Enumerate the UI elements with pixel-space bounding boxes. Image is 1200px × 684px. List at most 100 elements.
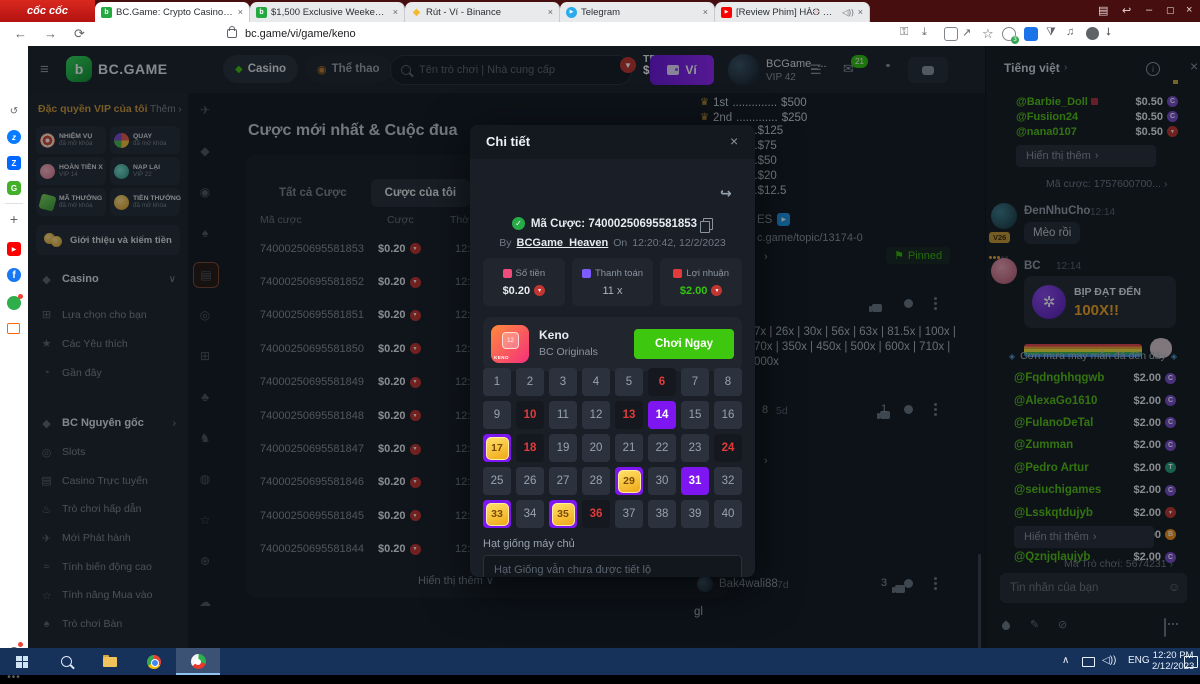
extensions-icon[interactable]: ⧩: [1046, 26, 1056, 39]
tab-close-icon[interactable]: ×: [703, 7, 708, 17]
forward-icon[interactable]: →: [44, 26, 57, 41]
coccoc-brand[interactable]: cốc cốc: [0, 0, 95, 22]
url-text[interactable]: bc.game/vi/game/keno: [245, 28, 356, 40]
keno-tile: 24: [714, 434, 742, 462]
lock-icon[interactable]: [227, 29, 237, 38]
network-icon[interactable]: [1082, 657, 1095, 667]
translate-icon[interactable]: [944, 27, 958, 41]
chrome-icon[interactable]: [132, 648, 176, 675]
share-icon[interactable]: ↪: [720, 185, 732, 202]
keno-tile: 19: [549, 434, 577, 462]
keno-tile: 21: [615, 434, 643, 462]
download-box-icon[interactable]: [1024, 27, 1038, 41]
maximize-button[interactable]: ▢: [1166, 5, 1175, 16]
by-label: By: [499, 237, 511, 249]
keno-grid: 1234567891011121314151617181920212223242…: [483, 368, 742, 528]
bet-stats: Số tiền $0.20 Thanh toán 11 x Lợi nhuận …: [483, 258, 742, 306]
keno-tile: 23: [681, 434, 709, 462]
bookmark-star-icon[interactable]: ☆: [982, 26, 994, 42]
keno-tile: 34: [516, 500, 544, 528]
youtube-icon[interactable]: ▶: [7, 242, 21, 256]
play-now-button[interactable]: Chơi Ngay: [634, 329, 734, 359]
browser-tab[interactable]: Telegram ×: [560, 2, 715, 22]
stat-card: Số tiền $0.20: [483, 258, 565, 306]
keno-tile: 16: [714, 401, 742, 429]
bell-badge-dot: [18, 642, 23, 647]
history-icon[interactable]: ↺: [7, 104, 21, 118]
bet-author[interactable]: BCGame_Heaven: [517, 237, 609, 249]
keno-tile: 40: [714, 500, 742, 528]
keno-tile: 32: [714, 467, 742, 495]
keno-tile: 20: [582, 434, 610, 462]
game-name[interactable]: Keno: [539, 328, 569, 342]
keno-tile: 29: [615, 467, 643, 495]
tray-expand-icon[interactable]: ∧: [1062, 655, 1069, 666]
keno-tile: 33: [483, 500, 511, 528]
minimize-button[interactable]: –: [1146, 4, 1152, 16]
bet-datetime: 12:20:42, 12/2/2023: [632, 237, 725, 249]
share-icon[interactable]: ↗: [962, 26, 971, 39]
restore-tab-icon[interactable]: ↩: [1122, 4, 1131, 17]
keno-icon-label: KENO: [494, 355, 509, 360]
game-provider: BC Originals: [539, 346, 598, 358]
back-icon[interactable]: ←: [14, 26, 27, 41]
copy-icon[interactable]: [703, 218, 713, 230]
stat-icon: [673, 269, 682, 278]
cart-icon[interactable]: [7, 323, 20, 334]
tab-close-icon[interactable]: ×: [858, 7, 863, 17]
bcgame-page: ≡ b BC.GAME ◆ Casino ◉ Thể thao TRX ∨ $2…: [28, 46, 1200, 648]
dice-graphic: 12: [502, 332, 519, 349]
volume-icon[interactable]: ◁)): [1102, 655, 1116, 666]
keno-tile: 31: [681, 467, 709, 495]
modal-close-icon[interactable]: ×: [730, 133, 738, 149]
facebook-icon[interactable]: f: [7, 268, 21, 282]
language-indicator[interactable]: ENG: [1128, 655, 1150, 666]
stat-card: Lợi nhuận $2.00: [660, 258, 742, 306]
on-label: On: [613, 237, 627, 249]
start-button[interactable]: [0, 648, 44, 675]
sidebar-toggle-icon[interactable]: ▤: [1098, 4, 1108, 17]
game-card: 12 KENO Keno BC Originals Chơi Ngay: [483, 317, 742, 371]
keno-game-icon[interactable]: 12 KENO: [491, 325, 529, 363]
zalo-icon[interactable]: Z: [7, 156, 21, 170]
browser-tab[interactable]: [Review Phim] HÀO QUA ◁)) ×: [715, 2, 870, 22]
taskbar-search-icon[interactable]: [44, 648, 88, 675]
brand-label: cốc cốc: [27, 5, 68, 17]
modal-title: Chi tiết: [486, 134, 530, 149]
add-shortcut-icon[interactable]: +: [7, 212, 21, 226]
adblock-shield-icon[interactable]: 3: [1002, 27, 1016, 41]
new-tab-button[interactable]: +: [812, 3, 820, 19]
tab-close-icon[interactable]: ×: [238, 7, 243, 17]
save-icon[interactable]: ⤓: [922, 26, 927, 39]
action-center-icon[interactable]: [1184, 656, 1198, 668]
reload-icon[interactable]: ⟳: [74, 26, 85, 42]
browser-tab[interactable]: BC.Game: Crypto Casino Gam ×: [95, 2, 250, 22]
browser-tab[interactable]: $1,500 Exclusive Weekend Ke ×: [250, 2, 405, 22]
key-icon[interactable]: ⚿: [900, 26, 908, 39]
sports-ball-icon[interactable]: [7, 296, 21, 310]
notification-dot: [18, 294, 23, 299]
profile-avatar[interactable]: [1086, 27, 1099, 40]
server-seed-value[interactable]: Hạt Giống vẫn chưa được tiết lộ: [483, 555, 742, 577]
browser-side-strip: ↺ z Z G + ▶ f •••: [0, 46, 29, 648]
messenger-icon[interactable]: z: [7, 130, 21, 144]
keno-tile: 2: [516, 368, 544, 396]
coin-icon: [711, 285, 722, 296]
file-explorer-icon[interactable]: [88, 648, 132, 675]
close-button[interactable]: ×: [1186, 4, 1192, 16]
bet-id-value: 74000250695581853: [588, 218, 697, 230]
keno-tile: 37: [615, 500, 643, 528]
coccoc-taskbar-icon[interactable]: [176, 648, 220, 675]
tab-close-icon[interactable]: ×: [548, 7, 553, 17]
stat-icon: [582, 269, 591, 278]
keno-tile: 1: [483, 368, 511, 396]
games-icon[interactable]: G: [7, 181, 21, 195]
music-icon[interactable]: ♫: [1066, 26, 1074, 38]
browser-tab[interactable]: Rút - Ví - Binance ×: [405, 2, 560, 22]
tab-audio-icon[interactable]: ◁)): [842, 8, 853, 17]
stat-value: $2.00: [680, 285, 708, 297]
keno-tile: 38: [648, 500, 676, 528]
tab-close-icon[interactable]: ×: [393, 7, 398, 17]
download-arrow-icon[interactable]: ⭣: [1106, 26, 1111, 39]
stat-value: $0.20: [503, 285, 531, 297]
